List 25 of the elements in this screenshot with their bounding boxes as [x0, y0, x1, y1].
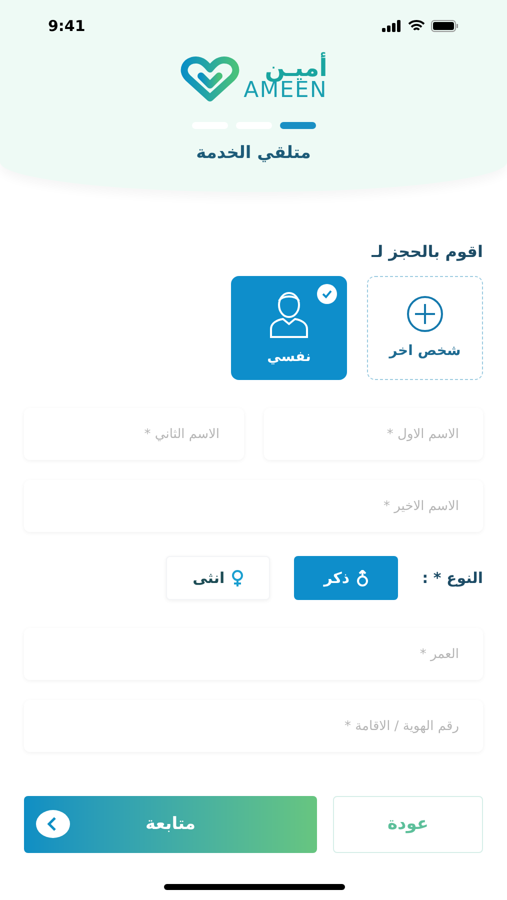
gender-label: النوع * : — [422, 568, 483, 589]
female-icon — [230, 570, 244, 586]
text-field[interactable]: الاسم الاخير * — [24, 480, 483, 532]
status-time: 9:41 — [48, 16, 86, 37]
continue-button[interactable]: متابعة — [24, 796, 317, 853]
text-field[interactable]: الاسم الثاني * — [24, 408, 244, 460]
battery-icon — [431, 20, 459, 32]
signal-icon — [382, 20, 402, 32]
booking-option[interactable]: شخص اخر — [367, 276, 483, 380]
text-field[interactable]: الاسم الاول * — [264, 408, 483, 460]
back-button[interactable]: عودة — [333, 796, 483, 853]
gender-option[interactable]: انثى — [166, 556, 270, 600]
logo-latin-text: AMEEN — [244, 80, 328, 102]
chevron-left-icon — [36, 809, 70, 839]
text-field[interactable]: العمر * — [24, 628, 483, 680]
section-label: اقوم بالحجز لـ — [370, 241, 483, 263]
plus-icon — [406, 294, 444, 332]
heart-logo-icon — [180, 56, 240, 102]
male-icon — [356, 570, 369, 586]
check-icon — [317, 284, 337, 304]
page-title: متلقي الخدمة — [196, 142, 311, 165]
text-field[interactable]: رقم الهوية / الاقامة * — [24, 700, 483, 752]
gender-option[interactable]: ذكر — [294, 556, 398, 600]
wifi-icon — [408, 20, 425, 32]
booking-option[interactable]: نفسي — [231, 276, 347, 380]
